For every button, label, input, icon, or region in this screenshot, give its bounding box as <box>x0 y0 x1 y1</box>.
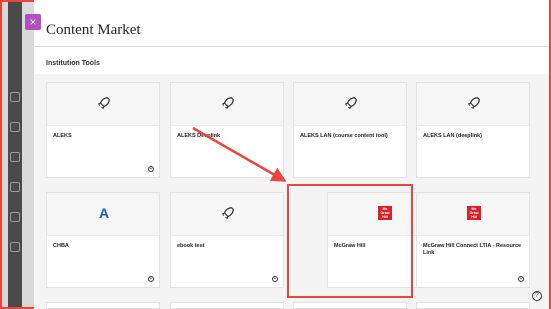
help-icon[interactable]: ? <box>532 291 542 301</box>
annotation-arrow <box>192 126 287 182</box>
